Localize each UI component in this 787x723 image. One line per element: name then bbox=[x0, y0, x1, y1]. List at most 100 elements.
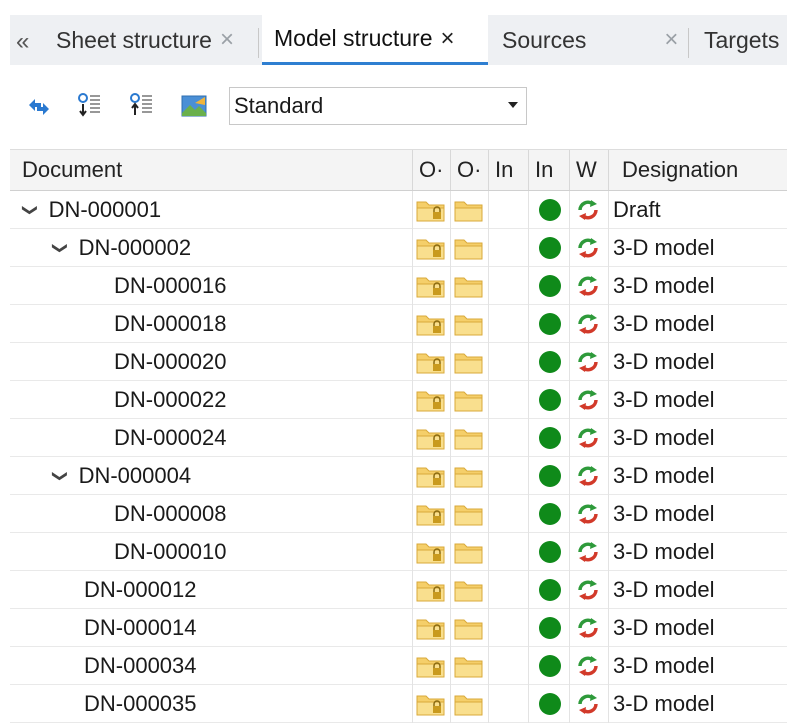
table-row[interactable]: DN-000010 3-D model bbox=[10, 533, 787, 571]
table-row[interactable]: DN-000022 3-D model bbox=[10, 381, 787, 419]
document-name: DN-000001 bbox=[48, 197, 162, 222]
locked-folder-icon[interactable] bbox=[416, 236, 445, 260]
locked-folder-icon[interactable] bbox=[416, 692, 445, 716]
table-row[interactable]: DN-000018 3-D model bbox=[10, 305, 787, 343]
table-row[interactable]: ❯ DN-000004 3-D model bbox=[10, 457, 787, 495]
workflow-sync-icon[interactable] bbox=[575, 539, 601, 565]
open-folder-icon[interactable] bbox=[454, 616, 483, 640]
workflow-sync-icon[interactable] bbox=[575, 425, 601, 451]
sync-arrows-icon[interactable] bbox=[26, 94, 52, 120]
open-folder-icon[interactable] bbox=[454, 312, 483, 336]
designation-cell: 3-D model bbox=[613, 653, 715, 678]
workflow-sync-icon[interactable] bbox=[575, 235, 601, 261]
column-divider bbox=[528, 343, 529, 381]
view-select[interactable]: Standard bbox=[229, 87, 527, 125]
column-divider bbox=[528, 571, 529, 609]
chevron-down-icon[interactable]: ❯ bbox=[51, 470, 69, 483]
close-icon[interactable]: × bbox=[220, 26, 234, 54]
column-header-document[interactable]: Document bbox=[22, 150, 412, 190]
table-row[interactable]: DN-000024 3-D model bbox=[10, 419, 787, 457]
move-up-icon[interactable] bbox=[129, 92, 155, 118]
locked-folder-icon[interactable] bbox=[416, 654, 445, 678]
chevron-down-icon[interactable]: ❯ bbox=[21, 204, 39, 217]
table-row[interactable]: DN-000016 3-D model bbox=[10, 267, 787, 305]
locked-folder-icon[interactable] bbox=[416, 198, 445, 222]
locked-folder-icon[interactable] bbox=[416, 426, 445, 450]
tab-overflow-button[interactable]: « bbox=[16, 28, 29, 56]
document-cell: DN-000035 bbox=[84, 685, 197, 723]
open-folder-icon[interactable] bbox=[454, 540, 483, 564]
column-divider bbox=[412, 343, 413, 381]
workflow-sync-icon[interactable] bbox=[575, 311, 601, 337]
open-folder-icon[interactable] bbox=[454, 388, 483, 412]
locked-folder-icon[interactable] bbox=[416, 312, 445, 336]
column-header-o1[interactable]: O· bbox=[419, 150, 449, 190]
workflow-sync-icon[interactable] bbox=[575, 691, 601, 717]
move-down-icon[interactable] bbox=[77, 92, 103, 118]
column-header-in2[interactable]: In bbox=[535, 150, 565, 190]
open-folder-icon[interactable] bbox=[454, 464, 483, 488]
locked-folder-icon[interactable] bbox=[416, 502, 445, 526]
column-divider bbox=[488, 571, 489, 609]
table-row[interactable]: DN-000020 3-D model bbox=[10, 343, 787, 381]
table-row[interactable]: DN-000035 3-D model bbox=[10, 685, 787, 723]
column-divider bbox=[528, 191, 529, 229]
locked-folder-icon[interactable] bbox=[416, 388, 445, 412]
column-header-designation[interactable]: Designation bbox=[622, 150, 787, 190]
workflow-sync-icon[interactable] bbox=[575, 615, 601, 641]
column-header-in1[interactable]: In bbox=[495, 150, 525, 190]
locked-folder-icon[interactable] bbox=[416, 578, 445, 602]
open-folder-icon[interactable] bbox=[454, 654, 483, 678]
workflow-sync-icon[interactable] bbox=[575, 501, 601, 527]
locked-folder-icon[interactable] bbox=[416, 616, 445, 640]
document-name: DN-000022 bbox=[114, 387, 227, 412]
chevron-down-icon[interactable]: ❯ bbox=[51, 242, 69, 255]
column-header-w[interactable]: W bbox=[576, 150, 606, 190]
locked-folder-icon[interactable] bbox=[416, 274, 445, 298]
tab-targets[interactable]: Targets bbox=[692, 15, 787, 65]
table-row[interactable]: DN-000014 3-D model bbox=[10, 609, 787, 647]
image-view-icon[interactable] bbox=[181, 93, 207, 119]
tab-sources[interactable]: Sources × bbox=[490, 15, 690, 65]
status-dot-icon bbox=[539, 465, 561, 487]
open-folder-icon[interactable] bbox=[454, 426, 483, 450]
open-folder-icon[interactable] bbox=[454, 502, 483, 526]
close-icon[interactable]: × bbox=[664, 26, 678, 54]
open-folder-icon[interactable] bbox=[454, 350, 483, 374]
document-cell: ❯ DN-000002 bbox=[51, 229, 191, 267]
open-folder-icon[interactable] bbox=[454, 236, 483, 260]
open-folder-icon[interactable] bbox=[454, 198, 483, 222]
tab-model-structure[interactable]: Model structure × bbox=[262, 15, 488, 65]
column-divider bbox=[528, 305, 529, 343]
table-row[interactable]: DN-000034 3-D model bbox=[10, 647, 787, 685]
open-folder-icon[interactable] bbox=[454, 274, 483, 298]
workflow-sync-icon[interactable] bbox=[575, 349, 601, 375]
locked-folder-icon[interactable] bbox=[416, 464, 445, 488]
tab-sheet-structure[interactable]: Sheet structure × bbox=[48, 15, 258, 65]
workflow-sync-icon[interactable] bbox=[575, 197, 601, 223]
open-folder-icon[interactable] bbox=[454, 578, 483, 602]
column-header-o2[interactable]: O· bbox=[457, 150, 487, 190]
workflow-sync-icon[interactable] bbox=[575, 577, 601, 603]
status-dot-icon bbox=[539, 503, 561, 525]
locked-folder-icon[interactable] bbox=[416, 540, 445, 564]
workflow-sync-icon[interactable] bbox=[575, 387, 601, 413]
designation-cell: 3-D model bbox=[613, 349, 715, 374]
workflow-sync-icon[interactable] bbox=[575, 463, 601, 489]
locked-folder-icon[interactable] bbox=[416, 350, 445, 374]
table-row[interactable]: DN-000012 3-D model bbox=[10, 571, 787, 609]
workflow-sync-icon[interactable] bbox=[575, 273, 601, 299]
open-folder-icon[interactable] bbox=[454, 692, 483, 716]
table-row[interactable]: ❯ DN-000002 3-D model bbox=[10, 229, 787, 267]
table-row[interactable]: ❯ DN-000001 Draft bbox=[10, 191, 787, 229]
workflow-sync-icon[interactable] bbox=[575, 653, 601, 679]
column-divider bbox=[608, 305, 609, 343]
designation-cell: 3-D model bbox=[613, 539, 715, 564]
column-divider bbox=[528, 419, 529, 457]
table-row[interactable]: DN-000008 3-D model bbox=[10, 495, 787, 533]
designation-cell: 3-D model bbox=[613, 387, 715, 412]
close-icon[interactable]: × bbox=[441, 25, 455, 53]
document-name: DN-000035 bbox=[84, 691, 197, 716]
column-divider bbox=[412, 647, 413, 685]
column-divider bbox=[569, 191, 570, 229]
